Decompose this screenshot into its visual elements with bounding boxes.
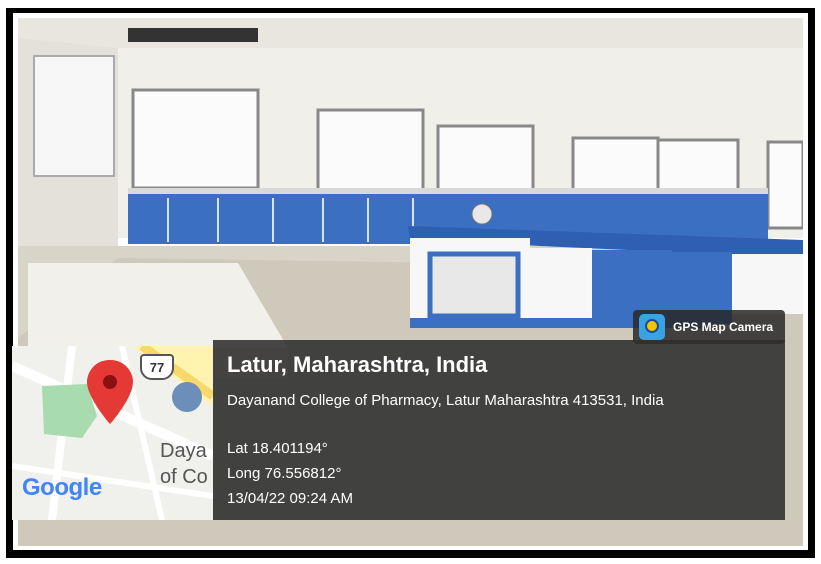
location-info-panel: Latur, Maharashtra, India Dayanand Colle… xyxy=(213,340,785,520)
google-logo: Google xyxy=(22,474,102,501)
map-poi-line2: of Co xyxy=(160,466,208,488)
latitude: Lat 18.401194° xyxy=(227,440,328,457)
graduation-cap-icon xyxy=(172,382,202,412)
gps-map-camera-icon xyxy=(639,314,665,340)
location-title: Latur, Maharashtra, India xyxy=(227,352,488,377)
longitude: Long 76.556812° xyxy=(227,465,342,482)
location-address: Dayanand College of Pharmacy, Latur Maha… xyxy=(227,392,664,409)
map-poi-line1: Daya xyxy=(160,440,207,462)
timestamp: 13/04/22 09:24 AM xyxy=(227,490,353,507)
highway-shield: 77 xyxy=(140,354,174,380)
location-map-thumbnail: 77 Daya of Co Google xyxy=(12,346,213,520)
gps-map-camera-badge: GPS Map Camera xyxy=(633,310,785,344)
map-poi-label: Daya of Co xyxy=(160,438,208,490)
gps-badge-label: GPS Map Camera xyxy=(673,320,774,334)
